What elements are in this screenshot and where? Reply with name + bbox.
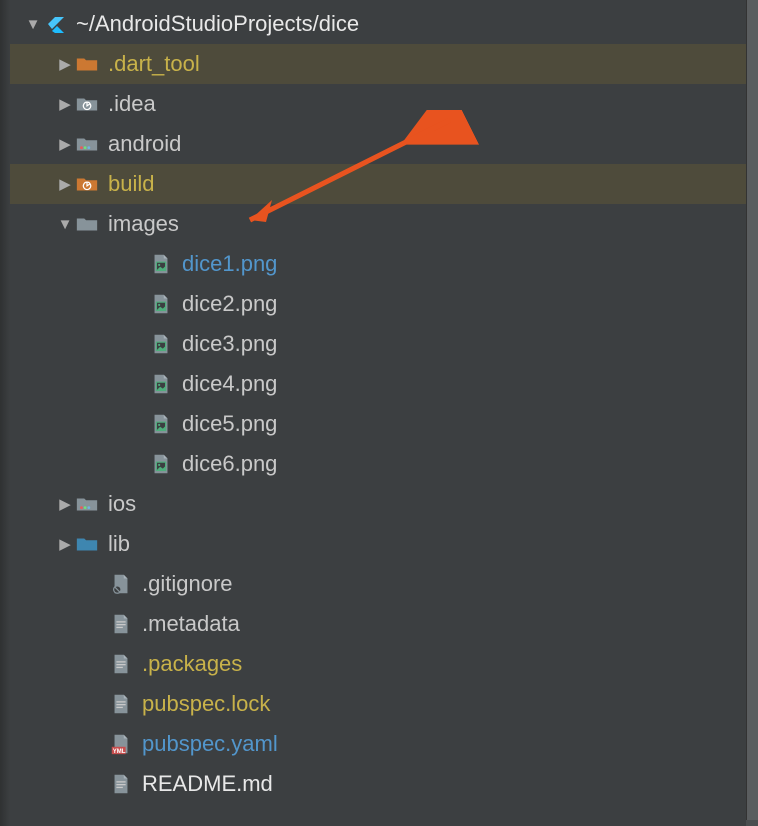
tree-item[interactable]: ▶.metadata	[0, 604, 758, 644]
tree-item[interactable]: ▶dice5.png	[0, 404, 758, 444]
expand-arrow-icon[interactable]: ▶	[56, 95, 74, 113]
expand-arrow-icon[interactable]: ▼	[56, 216, 74, 233]
tree-item-label: dice2.png	[182, 291, 277, 317]
expand-arrow-icon[interactable]: ▶	[56, 495, 74, 513]
tree-item-label: .idea	[108, 91, 156, 117]
tree-root-label: ~/AndroidStudioProjects/dice	[76, 11, 359, 37]
project-tree: ▼ ~/AndroidStudioProjects/dice ▶ .dart_to…	[0, 0, 758, 804]
flutter-icon	[42, 11, 68, 37]
file-text-icon	[108, 691, 134, 717]
expand-arrow-icon[interactable]: ▶	[56, 55, 74, 73]
file-text-icon	[108, 771, 134, 797]
tree-item-label: dice5.png	[182, 411, 277, 437]
tree-item-label: .packages	[142, 651, 242, 677]
tree-item[interactable]: ▶.packages	[0, 644, 758, 684]
folder-module-grey-icon	[74, 91, 100, 117]
tree-item[interactable]: ▶ lib	[0, 524, 758, 564]
file-text-icon	[108, 611, 134, 637]
expand-arrow-icon[interactable]: ▼	[24, 16, 42, 33]
expand-arrow-icon[interactable]: ▶	[56, 535, 74, 553]
tree-item[interactable]: ▶ .dart_tool	[0, 44, 758, 84]
tree-item-label: pubspec.yaml	[142, 731, 278, 757]
tree-item[interactable]: ▶.gitignore	[0, 564, 758, 604]
scrollbar[interactable]	[746, 0, 758, 826]
tree-item[interactable]: ▶dice2.png	[0, 284, 758, 324]
tree-item-label: README.md	[142, 771, 273, 797]
tree-item[interactable]: ▶dice6.png	[0, 444, 758, 484]
tree-item[interactable]: ▶dice3.png	[0, 324, 758, 364]
image-file-icon	[148, 411, 174, 437]
tree-item-label: android	[108, 131, 181, 157]
expand-arrow-icon[interactable]: ▶	[56, 175, 74, 193]
tree-item-label: pubspec.lock	[142, 691, 270, 717]
tree-item-label: dice6.png	[182, 451, 277, 477]
tree-item-label: .gitignore	[142, 571, 233, 597]
tree-root[interactable]: ▼ ~/AndroidStudioProjects/dice	[0, 4, 758, 44]
tree-item[interactable]: ▶ android	[0, 124, 758, 164]
tree-item[interactable]: ▶pubspec.lock	[0, 684, 758, 724]
tree-item-label: images	[108, 211, 179, 237]
tree-item-label: .dart_tool	[108, 51, 200, 77]
tree-item-label: ios	[108, 491, 136, 517]
folder-module-orange-icon	[74, 171, 100, 197]
tree-item-label: lib	[108, 531, 130, 557]
tree-item[interactable]: ▶dice4.png	[0, 364, 758, 404]
image-file-icon	[148, 371, 174, 397]
tree-item[interactable]: ▶ build	[0, 164, 758, 204]
tree-item-label: .metadata	[142, 611, 240, 637]
folder-blue-icon	[74, 531, 100, 557]
file-yaml-icon	[108, 731, 134, 757]
tree-item-label: build	[108, 171, 154, 197]
image-file-icon	[148, 451, 174, 477]
image-file-icon	[148, 251, 174, 277]
image-file-icon	[148, 331, 174, 357]
folder-plain-icon	[74, 211, 100, 237]
tree-item-label: dice4.png	[182, 371, 277, 397]
tree-item[interactable]: ▶pubspec.yaml	[0, 724, 758, 764]
tree-item[interactable]: ▶ ios	[0, 484, 758, 524]
left-gutter	[0, 0, 10, 826]
file-git-icon	[108, 571, 134, 597]
tree-item-label: dice3.png	[182, 331, 277, 357]
scrollbar-thumb[interactable]	[746, 0, 758, 820]
expand-arrow-icon[interactable]: ▶	[56, 135, 74, 153]
file-text-icon	[108, 651, 134, 677]
tree-item[interactable]: ▶README.md	[0, 764, 758, 804]
tree-item-label: dice1.png	[182, 251, 277, 277]
folder-dots-icon	[74, 491, 100, 517]
folder-dots-icon	[74, 131, 100, 157]
tree-item[interactable]: ▼ images	[0, 204, 758, 244]
tree-item[interactable]: ▶dice1.png	[0, 244, 758, 284]
tree-item[interactable]: ▶ .idea	[0, 84, 758, 124]
folder-orange-icon	[74, 51, 100, 77]
image-file-icon	[148, 291, 174, 317]
